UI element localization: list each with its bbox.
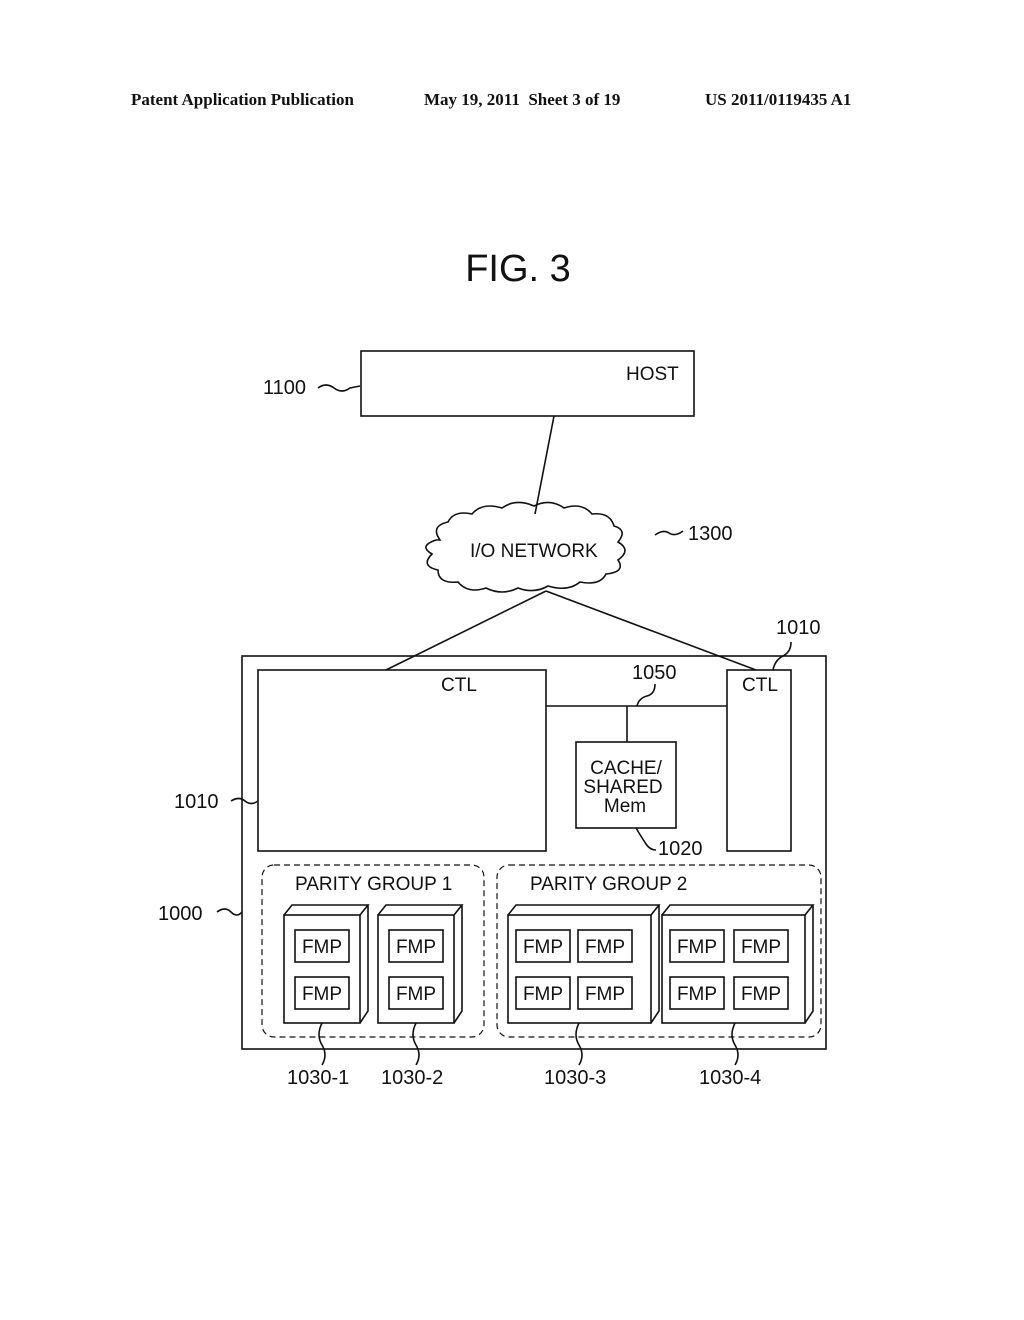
drive-3-ref: 1030-3 [544,1067,606,1089]
fmp-label: FMP [677,937,717,958]
fmp-label: FMP [302,937,342,958]
network-leader [654,530,684,536]
host-leader [317,384,361,392]
cache-ref: 1020 [658,838,703,860]
drive-1-leader [318,1022,326,1066]
fmp-label: FMP [396,937,436,958]
parity-group-1-label: PARITY GROUP 1 [295,874,452,895]
drive-1030-2 [377,904,464,1024]
ctl-left-ref: 1010 [174,791,219,813]
ctl-right-ref: 1010 [776,617,821,639]
drive-1030-1 [283,904,370,1024]
network-ctl-right-link [545,590,757,671]
fmp-label: FMP [585,937,625,958]
ctl-right-box [726,669,792,852]
network-label: I/O NETWORK [470,541,598,562]
drive-2-leader [412,1022,420,1066]
fmp-label: FMP [585,984,625,1005]
storage-leader [216,908,243,916]
host-network-link [534,415,555,515]
network-ctl-left-link [385,590,547,671]
drive-4-leader [731,1022,739,1066]
ctl-left-box [257,669,547,852]
cache-label-line3: Mem [604,796,646,817]
fmp-label: FMP [396,984,436,1005]
network-ref: 1300 [688,523,733,545]
fmp-label: FMP [741,984,781,1005]
fmp-label: FMP [302,984,342,1005]
bus-ref: 1050 [632,662,677,684]
drive-2-ref: 1030-2 [381,1067,443,1089]
drive-4-ref: 1030-4 [699,1067,761,1089]
ctl-right-label: CTL [742,675,778,696]
bus-leader [636,683,656,707]
fmp-label: FMP [677,984,717,1005]
drive-1030-4 [661,904,815,1024]
drive-1030-3 [507,904,661,1024]
fmp-label: FMP [523,937,563,958]
diagram: HOST 1100 I/O NETWORK 1300 1000 CTL 1010… [158,350,827,1089]
fmp-label: FMP [523,984,563,1005]
ctl-left-leader [230,797,259,805]
host-ref: 1100 [263,377,306,399]
drive-3-leader [575,1022,583,1066]
fmp-label: FMP [741,937,781,958]
ctl-left-label: CTL [441,675,477,696]
cache-leader [635,827,657,851]
parity-group-2-label: PARITY GROUP 2 [530,874,687,895]
cache-label-line2: SHARED [583,777,662,798]
drive-1-ref: 1030-1 [287,1067,349,1089]
storage-ref: 1000 [158,903,203,925]
host-label: HOST [626,364,679,385]
cache-label-line1: CACHE/ [590,758,663,779]
